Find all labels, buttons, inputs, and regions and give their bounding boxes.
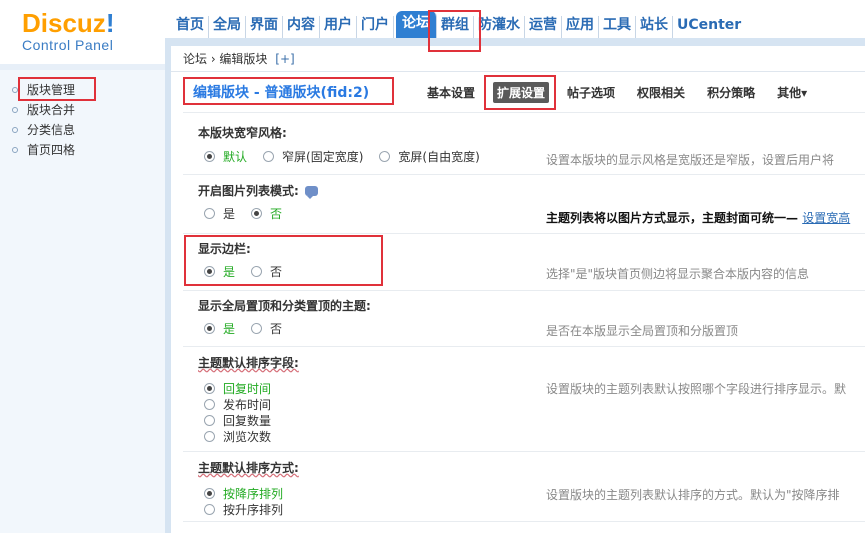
nav-app[interactable]: 应用 [562,16,599,38]
radio-icon [204,430,215,442]
nav-content[interactable]: 内容 [283,16,320,38]
radio-icon [204,503,215,515]
nav-user[interactable]: 用户 [320,16,357,38]
sidebar-item-label: 版块合并 [27,103,76,117]
nav-operation[interactable]: 运营 [525,16,562,38]
image-list-yes-radio[interactable]: 是 [204,205,235,222]
sort-order-options: 按降序排列 按升序排列 [204,485,299,517]
nav-global[interactable]: 全局 [209,16,246,38]
radio-icon [263,151,275,162]
image-list-desc: 主题列表将以图片方式显示，主题封面可统一— 设置宽高 [546,211,851,225]
sort-order-asc-radio[interactable]: 按升序排列 [204,501,283,517]
width-style-options: 默认 窄屏(固定宽度) 宽屏(自由宽度) [204,148,496,165]
divider [183,521,865,522]
logo[interactable]: Discuz! Control Panel [22,10,152,53]
radio-icon [379,151,391,162]
radio-checked-icon [251,208,263,219]
nav-tools[interactable]: 工具 [599,16,636,38]
sidebar-item-label: 分类信息 [27,123,76,137]
radio-icon [204,208,215,219]
divider [183,290,865,291]
set-size-link[interactable]: 设置宽高 [802,211,850,225]
sort-order-desc-radio[interactable]: 按降序排列 [204,485,283,501]
sort-field-desc: 设置版块的主题列表默认按照哪个字段进行排序显示。默 [546,382,847,396]
radio-icon [204,398,215,410]
nav-antispam[interactable]: 防灌水 [474,16,525,38]
highlight-box-title [183,77,394,105]
tab-credits[interactable]: 积分策略 [703,82,759,103]
highlight-box-forum [428,10,481,52]
divider [183,174,865,175]
sidebar-item-grid[interactable]: 首页四格 [12,140,75,160]
breadcrumb: 论坛 › 编辑版块 [+] [171,46,865,72]
breadcrumb-path[interactable]: 论坛 › 编辑版块 [183,52,267,66]
bullet-icon [12,147,18,153]
image-list-label-text: 开启图片列表模式: [198,184,299,198]
sticky-show-options: 是 否 [204,320,298,337]
width-default-radio[interactable]: 默认 [204,148,247,165]
help-bubble-icon[interactable] [304,186,318,199]
width-narrow-radio[interactable]: 窄屏(固定宽度) [263,148,363,165]
nav-founder[interactable]: 站长 [636,16,673,38]
radio-checked-icon [204,151,215,162]
logo-brand: Discuz [22,8,106,38]
radio-checked-icon [204,382,215,394]
divider [183,346,865,347]
sticky-show-desc: 是否在本版显示全局置顶和分版置顶 [546,324,739,338]
width-style-desc: 设置本版块的显示风格是宽版还是窄版，设置后用户将 [546,153,835,167]
divider [183,451,865,452]
sidebar-item-threadtypes[interactable]: 分类信息 [12,120,75,140]
tab-other[interactable]: 其他▾ [773,82,811,103]
sticky-show-no-radio[interactable]: 否 [251,320,282,337]
sort-field-replies-radio[interactable]: 回复数量 [204,412,271,428]
logo-subtitle: Control Panel [22,37,114,53]
nav-ui[interactable]: 界面 [246,16,283,38]
content-top-strip [171,38,865,46]
width-style-label: 本版块宽窄风格: [198,126,287,140]
sidebar-item-forum-merge[interactable]: 版块合并 [12,100,75,120]
sort-field-lastpost-radio[interactable]: 回复时间 [204,380,271,396]
radio-checked-icon [204,323,215,334]
nav-ucenter[interactable]: UCenter [673,16,745,38]
nav-portal[interactable]: 门户 [357,16,394,38]
tab-permissions[interactable]: 权限相关 [633,82,689,103]
sort-field-dateline-radio[interactable]: 发布时间 [204,396,271,412]
tab-basic[interactable]: 基本设置 [423,82,479,103]
sidebar-show-desc: 选择"是"版块首页侧边将显示聚合本版内容的信息 [546,267,810,281]
sort-field-label: 主题默认排序字段: [198,356,299,370]
sort-field-options: 回复时间 发布时间 回复数量 浏览次数 [204,380,287,444]
frame-divider [165,38,171,533]
highlight-box-sidebar-option [184,235,383,286]
divider [183,233,865,234]
image-list-label: 开启图片列表模式: [198,182,318,199]
bullet-icon [12,127,18,133]
breadcrumb-add-button[interactable]: [+] [275,52,294,66]
radio-icon [204,414,215,426]
radio-checked-icon [204,487,215,499]
sticky-show-yes-radio[interactable]: 是 [204,320,235,337]
divider [183,112,865,113]
image-list-no-radio[interactable]: 否 [251,205,282,222]
radio-icon [251,323,263,334]
sidebar-item-label: 首页四格 [27,143,76,157]
tab-post-options[interactable]: 帖子选项 [563,82,619,103]
bullet-icon [12,107,18,113]
nav-home[interactable]: 首页 [172,16,209,38]
width-wide-radio[interactable]: 宽屏(自由宽度) [379,148,480,165]
logo-bang: ! [105,8,115,38]
sort-order-desc: 设置版块的主题列表默认排序的方式。默认为"按降序排 [546,488,840,502]
sort-order-label: 主题默认排序方式: [198,461,299,475]
image-list-options: 是 否 [204,205,298,222]
highlight-box-sidebar [18,77,96,101]
highlight-box-tab [484,75,556,110]
sort-field-views-radio[interactable]: 浏览次数 [204,428,271,444]
sticky-show-label: 显示全局置顶和分类置顶的主题: [198,299,371,313]
